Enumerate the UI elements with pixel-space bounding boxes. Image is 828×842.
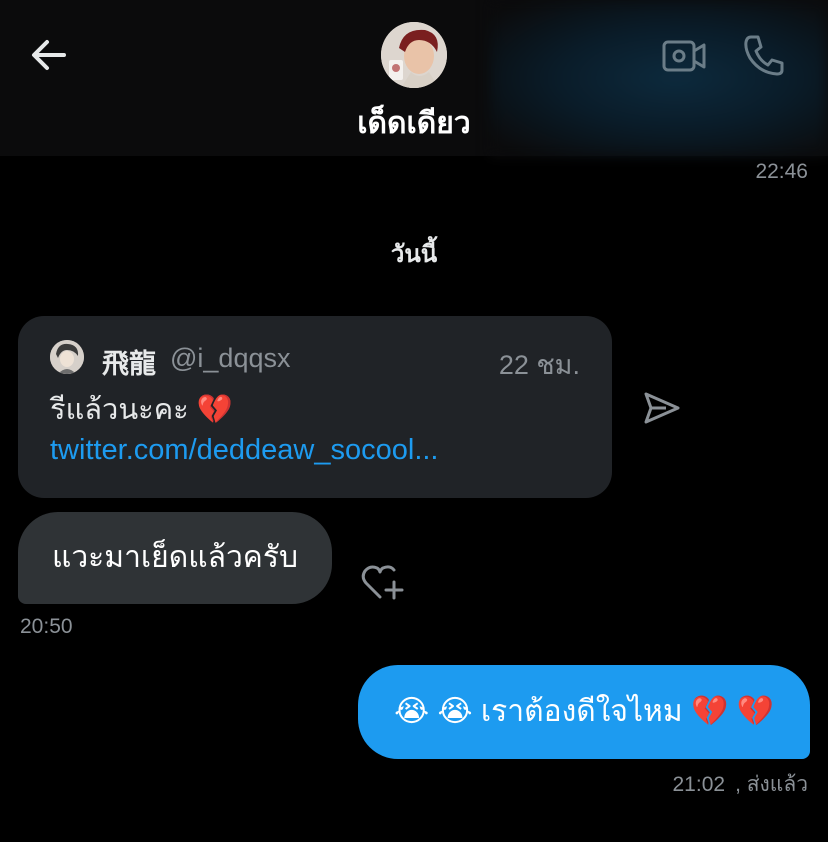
phone-icon: [744, 35, 784, 76]
tweet-author-handle: @i_dqqsx: [170, 343, 291, 373]
conversation-header: เด็ดเดียว: [0, 0, 828, 156]
day-separator: วันนี้: [390, 241, 438, 268]
message-timestamp: 22:46: [755, 160, 808, 183]
conversation-avatar[interactable]: [381, 22, 447, 88]
share-button[interactable]: [642, 390, 682, 426]
tweet-body: รีแล้วนะคะ 💔: [50, 394, 233, 426]
video-call-button[interactable]: [660, 34, 708, 78]
received-message-time: 20:50: [20, 615, 73, 638]
tweet-text: รีแล้วนะคะ 💔 twitter.com/deddeaw_socool.…: [50, 390, 590, 470]
sent-message-meta: 21:02 , ส่งแล้ว: [673, 768, 809, 801]
add-reaction-button[interactable]: [360, 560, 408, 604]
sent-message[interactable]: 😭 😭 เราต้องดีใจไหม 💔 💔: [358, 665, 810, 759]
sent-message-time: 21:02: [672, 773, 726, 796]
sent-status: , ส่งแล้ว: [735, 773, 808, 796]
shared-tweet-card[interactable]: 飛龍 @i_dqqsx 22 ชม. รีแล้วนะคะ 💔 twitter.…: [18, 316, 612, 498]
tweet-author-name: 飛龍: [102, 349, 156, 379]
received-message[interactable]: แวะมาเย็ดแล้วครับ: [18, 512, 333, 604]
share-icon: [644, 392, 680, 424]
conversation-title: เด็ดเดียว: [357, 107, 471, 140]
tweet-author-avatar: [50, 340, 84, 374]
voice-call-button[interactable]: [742, 32, 786, 78]
video-camera-icon: [662, 40, 706, 72]
back-button[interactable]: [28, 34, 70, 76]
tweet-time: 22 ชม.: [498, 350, 580, 380]
heart-plus-icon: [361, 565, 404, 600]
arrow-left-icon: [32, 40, 66, 70]
tweet-link[interactable]: twitter.com/deddeaw_socool...: [50, 434, 438, 466]
